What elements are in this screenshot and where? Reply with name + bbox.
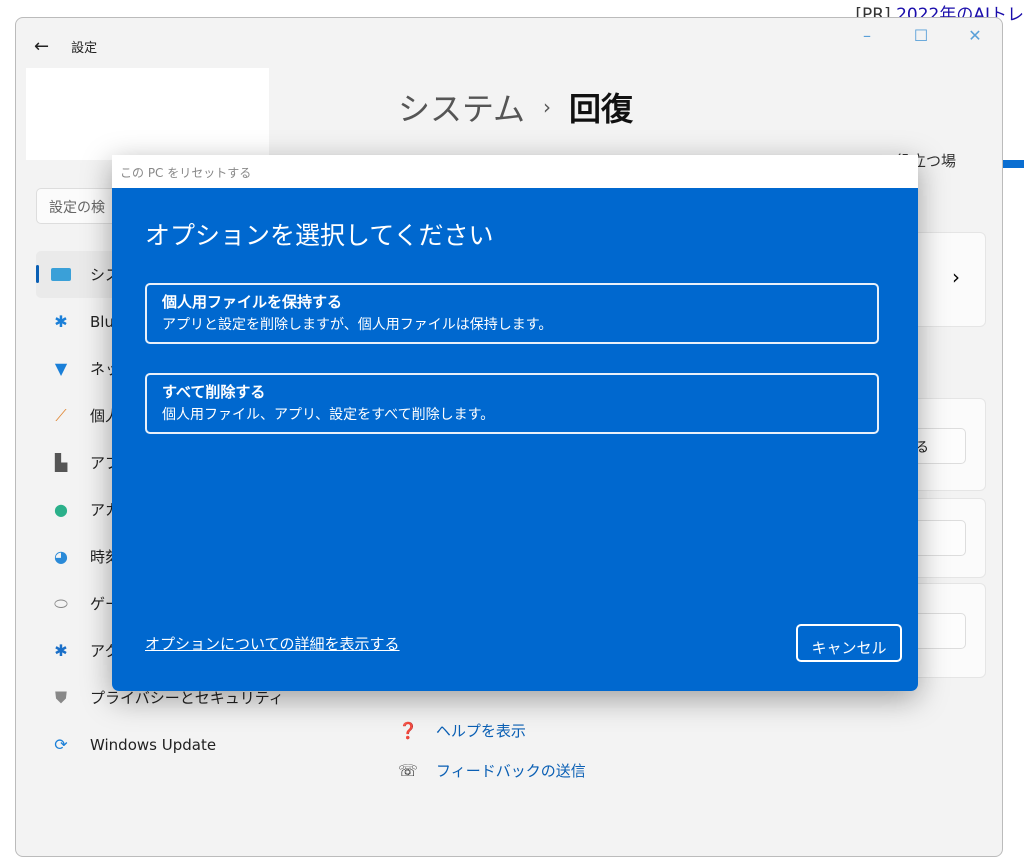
minimize-button[interactable]: – [840,26,894,45]
brush-icon: ⟋ [55,405,67,425]
monitor-icon [50,264,72,286]
window-title: 設定 [71,40,98,56]
account-icon: ● [54,500,68,519]
help-icon: ❓ [398,721,418,740]
globe-clock-icon: ◕ [54,547,68,566]
chevron-right-icon: › [952,265,960,289]
breadcrumb: システム › 回復 [398,84,633,130]
apps-icon: ▙ [54,453,68,472]
feedback-link[interactable]: ☏ フィードバックの送信 [398,760,586,781]
close-button[interactable]: ✕ [948,26,1002,45]
option-title: 個人用ファイルを保持する [162,293,343,311]
option-description: 個人用ファイル、アプリ、設定をすべて削除します。 [162,407,495,423]
cancel-button[interactable]: キャンセル [796,624,902,662]
feedback-icon: ☏ [398,761,419,780]
dialog-heading: オプションを選択してください [145,221,494,250]
breadcrumb-separator: › [543,95,552,119]
breadcrumb-parent[interactable]: システム [398,84,525,130]
more-options-link[interactable]: オプションについての詳細を表示する [145,633,400,654]
gamepad-icon: ⬭ [54,593,68,613]
help-label: ヘルプを表示 [435,722,526,740]
option-description: アプリと設定を削除しますが、個人用ファイルは保持します。 [162,317,553,333]
feedback-label: フィードバックの送信 [436,762,586,780]
profile-area-redacted [26,68,269,160]
remove-everything-option[interactable]: すべて削除する 個人用ファイル、アプリ、設定をすべて削除します。 [145,373,879,434]
sidebar-item-label: Windows Update [90,735,217,754]
bluetooth-icon: ✱ [54,312,68,331]
wifi-icon: ▼ [54,359,68,378]
page-title: 回復 [569,90,634,128]
back-arrow-icon[interactable]: ← [34,36,49,57]
shield-icon: ⛊ [54,687,67,707]
maximize-button[interactable]: ☐ [894,26,948,45]
background-bar [1003,160,1024,168]
dialog-title: この PC をリセットする [112,155,918,188]
keep-files-option[interactable]: 個人用ファイルを保持する アプリと設定を削除しますが、個人用ファイルは保持します… [145,283,879,344]
update-icon: ⟳ [54,735,68,754]
sidebar-item-windows-update[interactable]: ⟳ Windows Update [36,721,366,768]
option-title: すべて削除する [162,383,266,401]
help-link[interactable]: ❓ ヘルプを表示 [398,720,526,741]
reset-pc-dialog: この PC をリセットする オプションを選択してください 個人用ファイルを保持す… [112,155,918,691]
accessibility-icon: ✱ [54,641,68,660]
